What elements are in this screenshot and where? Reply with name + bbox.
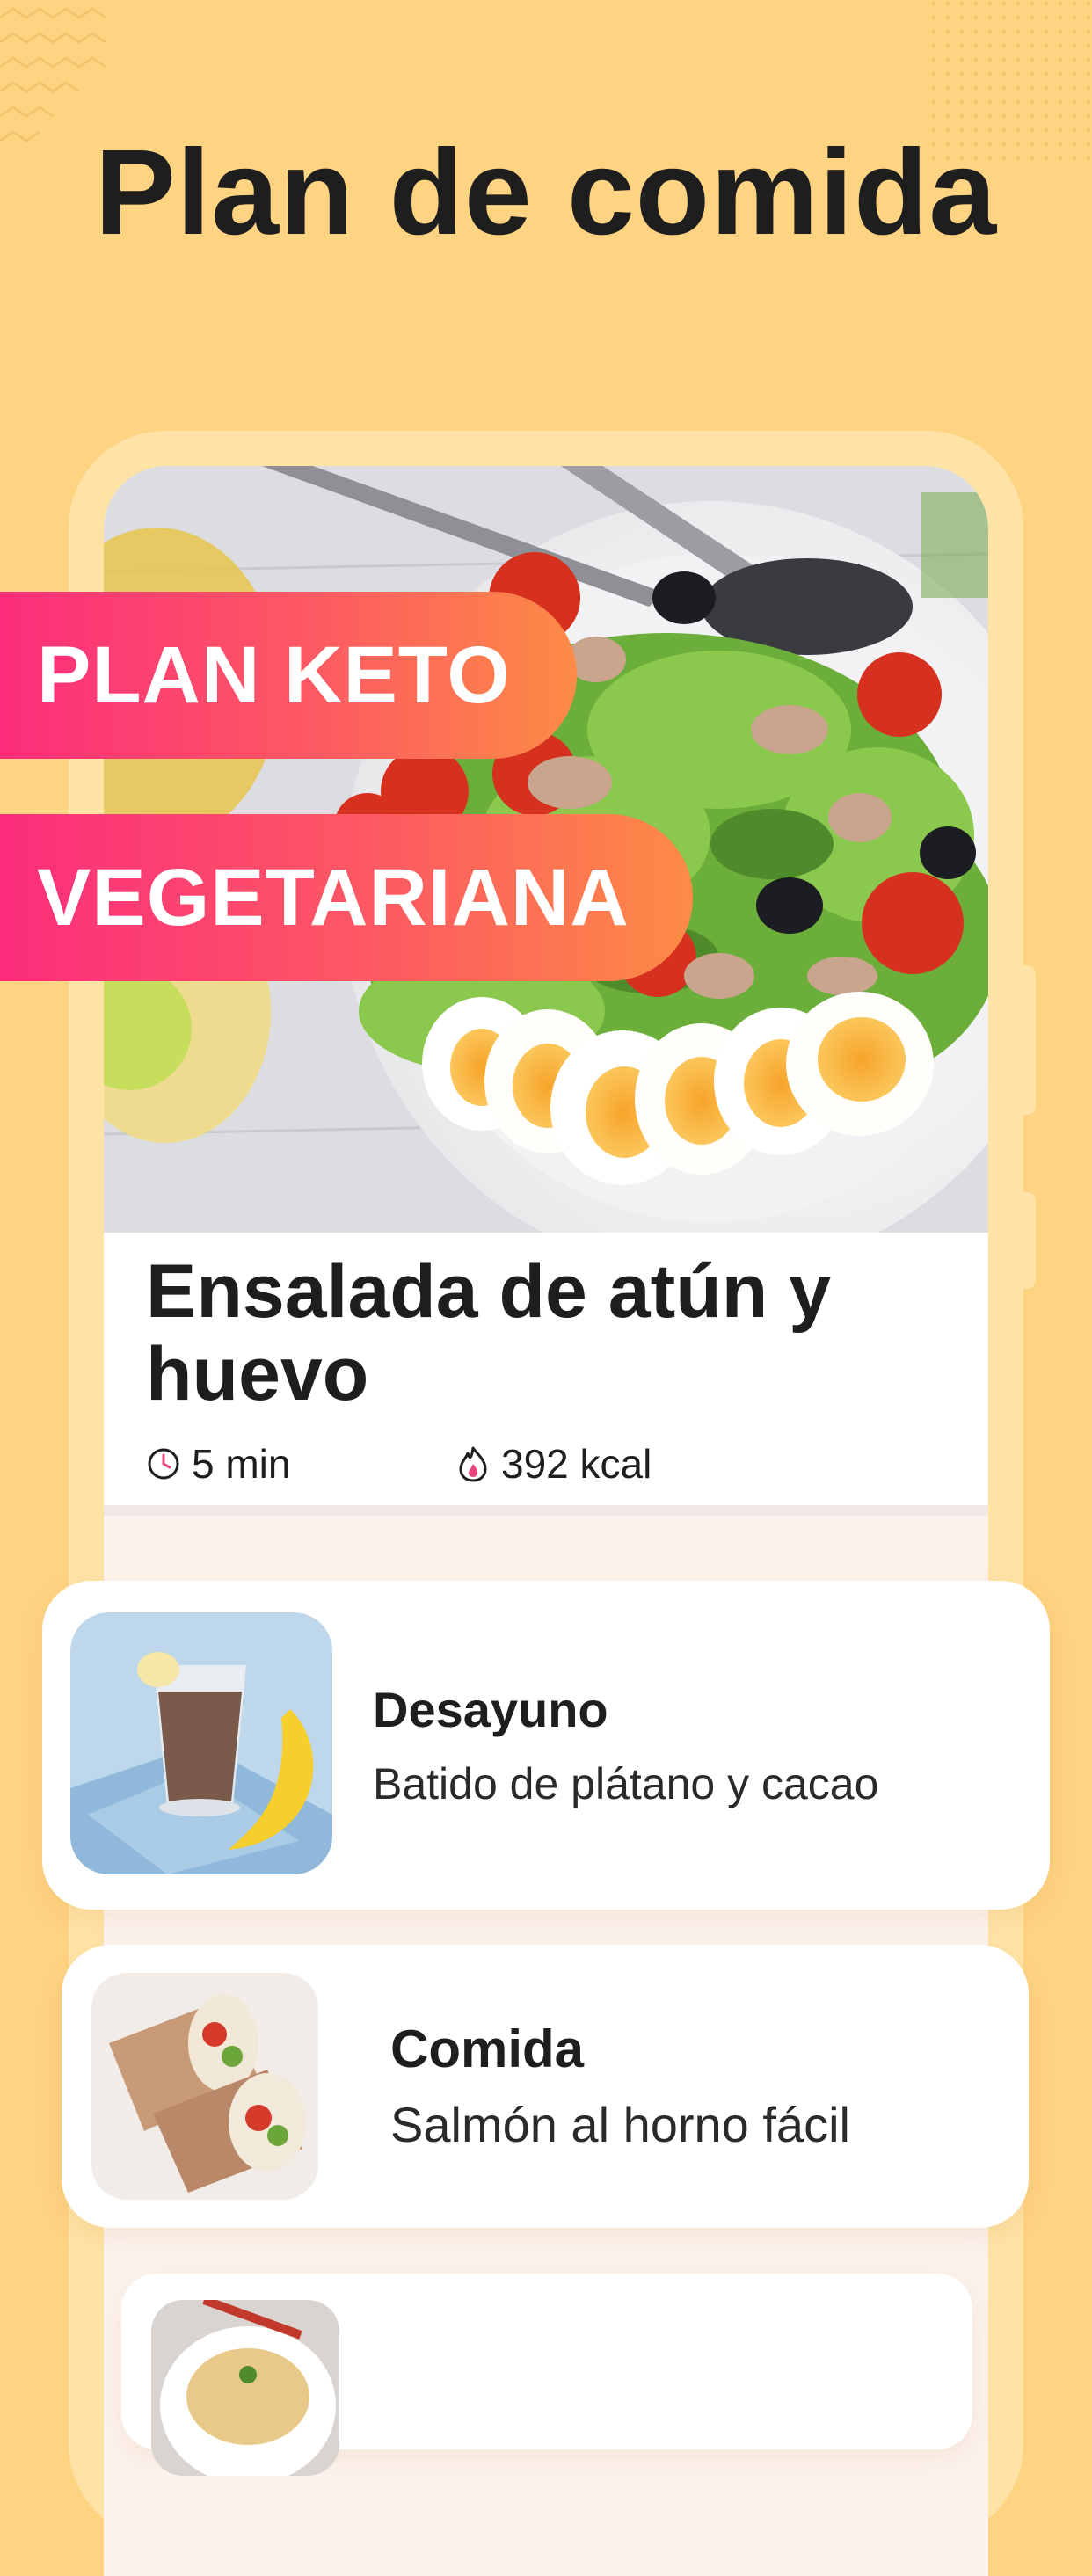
prep-time-value: 5 min [192, 1441, 291, 1487]
meal-card-lunch[interactable]: Comida Salmón al horno fácil [62, 1945, 1029, 2228]
recipe-info-panel[interactable]: Ensalada de atún y huevo 5 min 392 kcal [104, 1233, 988, 1505]
wrap-photo [91, 1973, 318, 2200]
vegetarian-badge[interactable]: VEGETARIANA [0, 814, 693, 981]
prep-time: 5 min [146, 1440, 290, 1488]
divider [104, 1505, 988, 1516]
flame-icon [459, 1446, 487, 1482]
keto-plan-badge[interactable]: PLAN KETO [0, 592, 577, 759]
meal-name: Salmón al horno fácil [390, 2097, 850, 2152]
meal-card-breakfast[interactable]: Desayuno Batido de plátano y cacao [42, 1581, 1050, 1910]
pasta-photo [151, 2300, 339, 2476]
phone-screen: Ensalada de atún y huevo 5 min 392 kcal [104, 466, 988, 2576]
banana-shake-photo [70, 1612, 332, 1874]
page-headline: Plan de comida [94, 125, 998, 260]
phone-side-button [1023, 965, 1036, 1115]
meal-card-dinner[interactable] [121, 2274, 972, 2476]
clock-icon [148, 1448, 179, 1480]
meal-name: Batido de plátano y cacao [373, 1759, 879, 1808]
phone-side-button [1023, 1192, 1036, 1289]
calories: 392 kcal [455, 1440, 652, 1488]
meal-type: Desayuno [373, 1682, 608, 1737]
recipe-title: Ensalada de atún y huevo [146, 1249, 832, 1416]
meal-type: Comida [390, 2019, 585, 2078]
calories-value: 392 kcal [501, 1441, 652, 1487]
